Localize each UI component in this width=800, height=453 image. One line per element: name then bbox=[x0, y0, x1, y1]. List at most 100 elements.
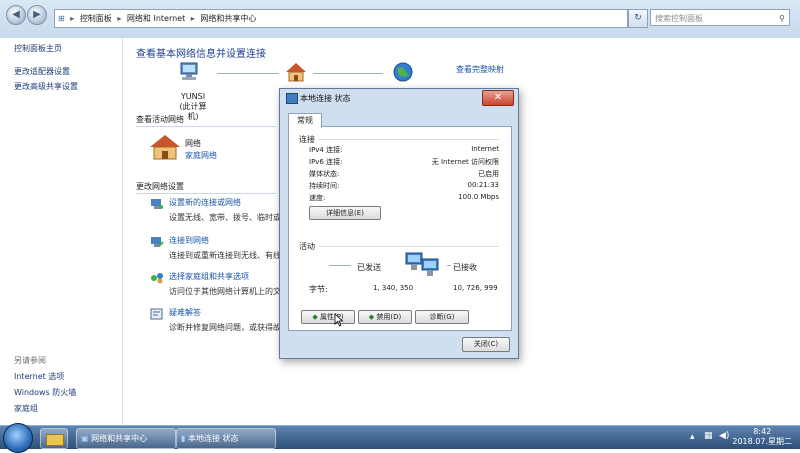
network-link-line bbox=[313, 73, 383, 74]
task-description: 诊断并修复网络问题，或获得故障 bbox=[169, 323, 289, 332]
clock-time: 8:42 bbox=[753, 427, 772, 436]
network-name: 网络 bbox=[185, 139, 201, 148]
see-also-heading: 另请参阅 bbox=[14, 356, 46, 365]
search-input[interactable]: 搜索控制面板 ⚲ bbox=[650, 9, 790, 26]
chevron-right-icon: ▸ bbox=[190, 14, 195, 23]
sidebar: 控制面板主页 更改适配器设置 更改高级共享设置 另请参阅 Internet 选项… bbox=[0, 38, 123, 425]
status-key: 速度: bbox=[309, 194, 326, 202]
see-full-map-link[interactable]: 查看完整映射 bbox=[456, 64, 504, 75]
status-value: 已启用 bbox=[478, 170, 499, 178]
properties-button[interactable]: ◆ 属性(P) bbox=[301, 310, 355, 324]
folder-icon bbox=[46, 434, 64, 446]
computer-name-text: YUNSI bbox=[180, 92, 206, 101]
setup-connection-link[interactable]: 设置新的连接或网络 bbox=[169, 197, 281, 208]
status-row: IPv4 连接: Internet bbox=[309, 145, 499, 155]
homegroup-icon bbox=[151, 273, 163, 284]
task-item: 选择家庭组和共享选项 访问位于其他网络计算机上的文 bbox=[169, 271, 281, 297]
taskbar-item-label: 网络和共享中心 bbox=[91, 434, 148, 443]
active-networks-heading: 查看活动网络 bbox=[136, 115, 184, 124]
search-placeholder: 搜索控制面板 bbox=[655, 14, 703, 23]
tray-network-icon[interactable]: ▦ bbox=[704, 431, 713, 441]
network-adapter-icon bbox=[286, 93, 298, 104]
dialog-title: 本地连接 状态 bbox=[300, 94, 351, 103]
received-label: 已接收 bbox=[453, 263, 477, 272]
sidebar-item-sharing-settings[interactable]: 更改高级共享设置 bbox=[14, 81, 78, 92]
status-value: 00:21:33 bbox=[467, 181, 499, 189]
sidebar-item-adapter-settings[interactable]: 更改适配器设置 bbox=[14, 66, 70, 77]
clock[interactable]: 8:42 2018.07.星期二 bbox=[732, 427, 792, 447]
taskbar-item-network-center[interactable]: ▣ 网络和共享中心 bbox=[76, 428, 176, 449]
new-connection-icon bbox=[151, 199, 163, 209]
close-icon[interactable]: ✕ bbox=[482, 90, 514, 106]
troubleshoot-icon bbox=[150, 308, 163, 320]
shield-icon: ◆ bbox=[312, 313, 318, 321]
divider bbox=[319, 246, 499, 247]
task-item: 设置新的连接或网络 设置无线、宽带、拨号、临时或 bbox=[169, 197, 281, 223]
refresh-icon[interactable]: ↻ bbox=[628, 9, 648, 28]
status-value: Internet bbox=[471, 145, 499, 153]
status-key: 持续时间: bbox=[309, 182, 340, 190]
disable-button[interactable]: ◆ 禁用(D) bbox=[358, 310, 412, 324]
address-input[interactable]: ⊞ ▸ 控制面板 ▸ 网络和 Internet ▸ 网络和共享中心 bbox=[54, 9, 628, 28]
divider bbox=[447, 265, 451, 266]
status-value: 无 Internet 访问权限 bbox=[431, 158, 499, 166]
homegroup-sharing-link[interactable]: 选择家庭组和共享选项 bbox=[169, 271, 281, 282]
chevron-right-icon: ▸ bbox=[117, 14, 122, 23]
sidebar-item-home[interactable]: 控制面板主页 bbox=[14, 43, 62, 54]
connection-status-dialog: 本地连接 状态 ✕ 常规 连接 IPv4 连接: Internet IPv6 连… bbox=[279, 88, 519, 359]
change-settings-heading: 更改网络设置 bbox=[136, 182, 184, 191]
breadcrumb-item[interactable]: 控制面板 bbox=[80, 14, 112, 23]
taskbar: ▣ 网络和共享中心 ▮ 本地连接 状态 ▴ ▦ ◀) 8:42 2018.07.… bbox=[0, 423, 800, 453]
disable-button-label: 禁用(D) bbox=[376, 313, 402, 321]
details-button[interactable]: 详细信息(E) bbox=[309, 206, 381, 220]
volume-icon[interactable]: ◀) bbox=[719, 431, 729, 441]
sidebar-item-firewall[interactable]: Windows 防火墙 bbox=[14, 387, 76, 398]
home-network-icon bbox=[286, 63, 306, 82]
sidebar-item-homegroup[interactable]: 家庭组 bbox=[14, 403, 38, 414]
internet-globe-icon bbox=[393, 62, 413, 82]
network-adapter-icon: ▮ bbox=[181, 434, 186, 443]
network-link-line bbox=[217, 73, 279, 74]
diagnose-button[interactable]: 诊断(G) bbox=[415, 310, 469, 324]
breadcrumb-item[interactable]: 网络和 Internet bbox=[127, 14, 185, 23]
status-value: 100.0 Mbps bbox=[458, 193, 499, 201]
status-key: IPv4 连接: bbox=[309, 146, 343, 154]
start-button[interactable] bbox=[3, 423, 33, 453]
connect-to-network-link[interactable]: 连接到网络 bbox=[169, 235, 289, 246]
divider bbox=[329, 265, 351, 266]
connection-heading: 连接 bbox=[299, 135, 315, 144]
address-bar-area: ◀ ▶ ⊞ ▸ 控制面板 ▸ 网络和 Internet ▸ 网络和共享中心 ↻ … bbox=[0, 0, 800, 39]
close-button[interactable]: 关闭(C) bbox=[462, 337, 510, 352]
control-panel-icon: ⊞ bbox=[58, 14, 65, 23]
status-row: 媒体状态: 已启用 bbox=[309, 169, 499, 179]
status-row: 持续时间: 00:21:33 bbox=[309, 181, 499, 191]
page-title: 查看基本网络信息并设置连接 bbox=[136, 49, 266, 60]
divider bbox=[319, 139, 499, 140]
connect-network-icon bbox=[151, 237, 164, 247]
forward-button[interactable]: ▶ bbox=[27, 5, 47, 25]
breadcrumb-item[interactable]: 网络和共享中心 bbox=[200, 14, 256, 23]
sidebar-item-internet-options[interactable]: Internet 选项 bbox=[14, 371, 64, 382]
bytes-sent-value: 1, 340, 350 bbox=[373, 284, 414, 292]
tray-arrow-icon[interactable]: ▴ bbox=[690, 432, 695, 442]
taskbar-item-label: 本地连接 状态 bbox=[187, 434, 239, 443]
search-icon: ⚲ bbox=[779, 14, 785, 23]
status-row: IPv6 连接: 无 Internet 访问权限 bbox=[309, 157, 499, 167]
activity-heading: 活动 bbox=[299, 242, 315, 251]
status-key: IPv6 连接: bbox=[309, 158, 343, 166]
network-type-link[interactable]: 家庭网络 bbox=[185, 150, 217, 161]
computer-icon bbox=[180, 62, 198, 80]
troubleshoot-link[interactable]: 疑难解答 bbox=[169, 307, 289, 318]
tab-general[interactable]: 常规 bbox=[288, 113, 322, 128]
task-description: 设置无线、宽带、拨号、临时或 bbox=[169, 213, 281, 222]
task-item: 疑难解答 诊断并修复网络问题，或获得故障 bbox=[169, 307, 289, 333]
sent-label: 已发送 bbox=[357, 263, 381, 272]
back-button[interactable]: ◀ bbox=[6, 5, 26, 25]
task-description: 访问位于其他网络计算机上的文 bbox=[169, 287, 281, 296]
bytes-received-value: 10, 726, 999 bbox=[453, 284, 498, 292]
taskbar-item-connection-status[interactable]: ▮ 本地连接 状态 bbox=[176, 428, 276, 449]
explorer-taskbar-icon[interactable] bbox=[40, 428, 68, 449]
home-network-icon bbox=[150, 135, 180, 160]
shield-icon: ◆ bbox=[368, 313, 375, 321]
status-key: 媒体状态: bbox=[309, 170, 340, 178]
